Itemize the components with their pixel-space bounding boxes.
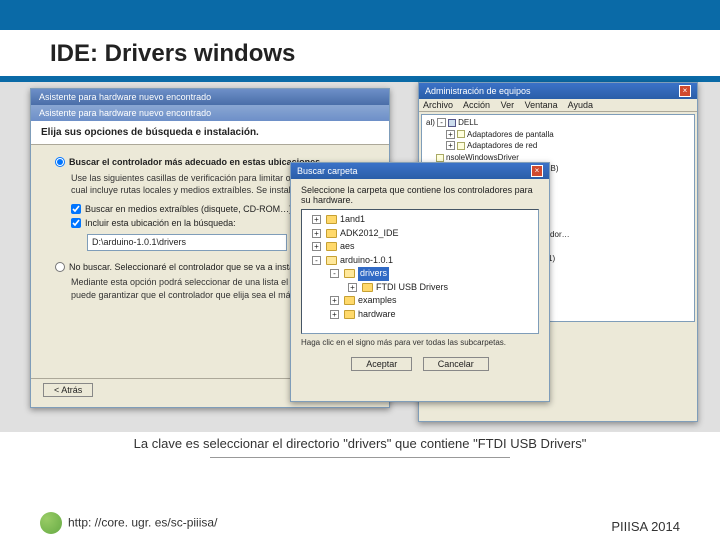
menu-ventana[interactable]: Ventana	[525, 100, 558, 110]
menu-ayuda[interactable]: Ayuda	[568, 100, 593, 110]
slide-caption: La clave es seleccionar el directorio "d…	[0, 436, 720, 451]
back-button[interactable]: < Atrás	[43, 383, 93, 397]
mmc-titlebar[interactable]: Administración de equipos ×	[419, 83, 697, 99]
menu-accion[interactable]: Acción	[463, 100, 490, 110]
folder-ftdi: +FTDI USB Drivers	[306, 281, 534, 295]
menu-archivo[interactable]: Archivo	[423, 100, 453, 110]
path-input[interactable]: D:\arduino-1.0.1\drivers	[87, 234, 287, 251]
folder-tree[interactable]: +1and1 +ADK2012_IDE +aes -arduino-1.0.1 …	[301, 209, 539, 334]
browse-titlebar[interactable]: Buscar carpeta ×	[291, 163, 549, 179]
footer-right: PIIISA 2014	[611, 519, 680, 534]
mmc-menu[interactable]: Archivo Acción Ver Ventana Ayuda	[419, 99, 697, 112]
close-icon[interactable]: ×	[679, 85, 691, 97]
wizard-heading: Elija sus opciones de búsqueda e instala…	[41, 127, 259, 138]
close-icon[interactable]: ×	[531, 165, 543, 177]
slide-title: IDE: Drivers windows	[0, 30, 720, 76]
browse-title: Buscar carpeta	[297, 166, 358, 176]
footer-url: http: //core. ugr. es/sc-piiisa/	[68, 515, 217, 529]
mmc-title-text: Administración de equipos	[425, 86, 531, 96]
wizard-title-a: Asistente para hardware nuevo encontrado	[31, 89, 389, 105]
cancel-button[interactable]: Cancelar	[423, 357, 489, 371]
logo-icon	[40, 512, 62, 534]
wizard-title-b[interactable]: Asistente para hardware nuevo encontrado	[31, 105, 389, 121]
folder-drivers: -drivers	[306, 267, 534, 281]
browse-folder-dialog: Buscar carpeta × Seleccione la carpeta q…	[290, 162, 550, 402]
menu-ver[interactable]: Ver	[501, 100, 515, 110]
browse-prompt: Seleccione la carpeta que contiene los c…	[301, 185, 539, 205]
browse-hint: Haga clic en el signo más para ver todas…	[301, 338, 539, 347]
ok-button[interactable]: Aceptar	[351, 357, 412, 371]
